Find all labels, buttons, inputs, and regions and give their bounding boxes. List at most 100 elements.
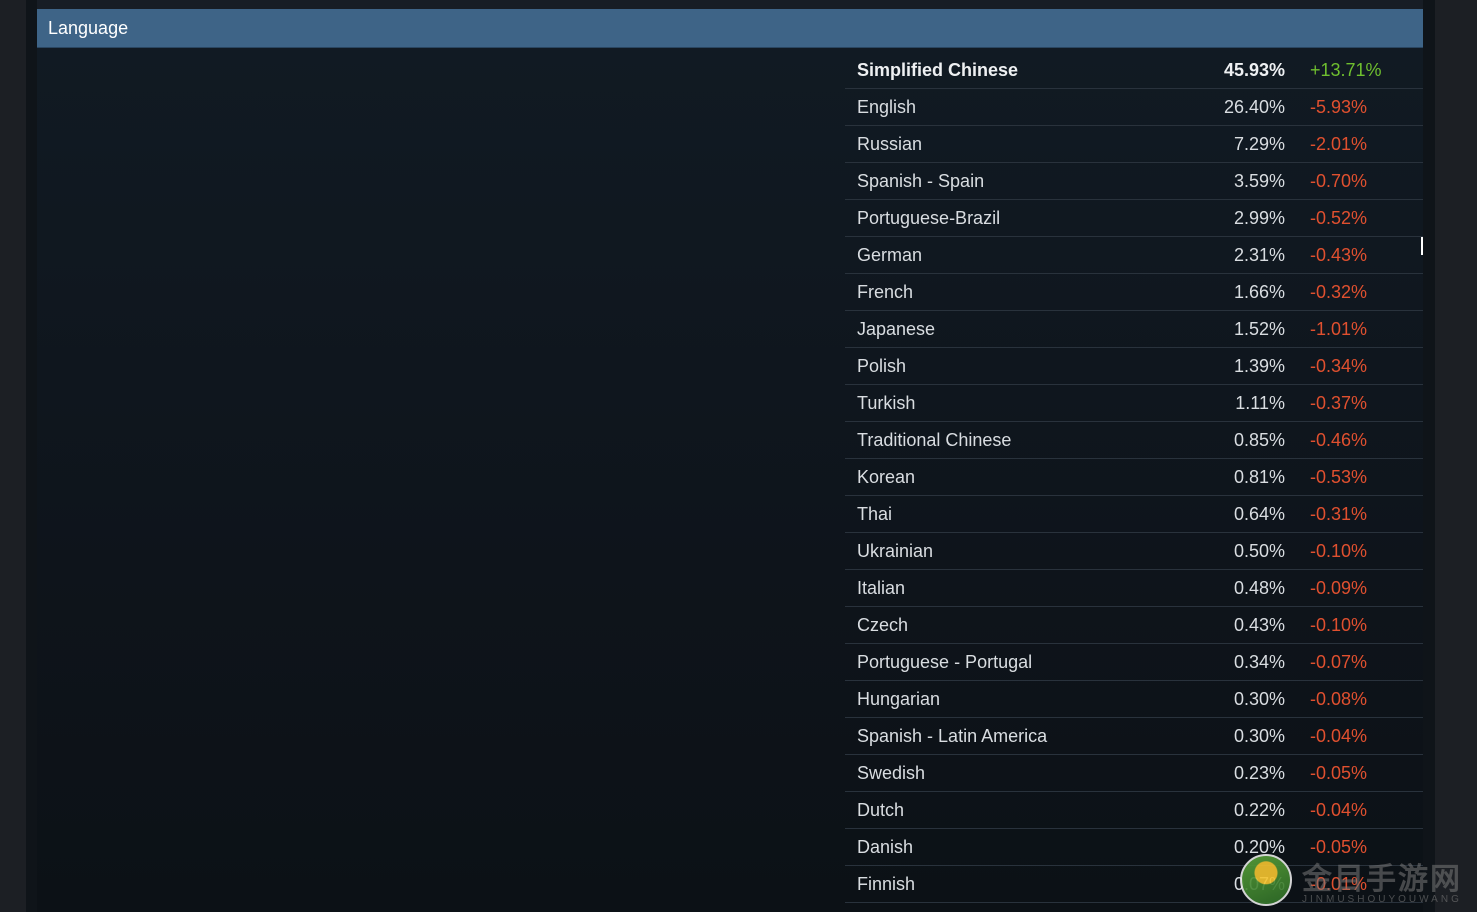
language-share: 1.11%	[1235, 392, 1285, 413]
language-name: English	[857, 96, 917, 117]
language-name: Thai	[857, 503, 893, 524]
language-row: Portuguese-Brazil 2.99% -0.52%	[845, 200, 1423, 237]
language-name: Japanese	[857, 318, 936, 339]
language-change: -0.34%	[1310, 355, 1368, 376]
language-name: Spanish - Latin America	[857, 725, 1048, 746]
language-share: 1.66%	[1233, 281, 1285, 302]
language-name: Italian	[857, 577, 906, 598]
language-change: -0.46%	[1310, 429, 1368, 450]
language-change: -1.01%	[1310, 318, 1368, 339]
language-row: Danish 0.20% -0.05%	[845, 829, 1423, 866]
right-margin	[1435, 0, 1477, 912]
language-row: Thai 0.64% -0.31%	[845, 496, 1423, 533]
language-share: 0.20%	[1233, 836, 1285, 857]
language-row: Hungarian 0.30% -0.08%	[845, 681, 1423, 718]
language-change: -0.01%	[1310, 873, 1368, 894]
text-cursor	[1421, 237, 1423, 255]
language-name: Swedish	[857, 762, 926, 783]
language-row: Russian 7.29% -2.01%	[845, 126, 1423, 163]
language-row: Polish 1.39% -0.34%	[845, 348, 1423, 385]
language-change: -0.70%	[1310, 170, 1368, 191]
top-strip	[37, 0, 1423, 9]
language-row: Simplified Chinese 45.93% +13.71%	[845, 52, 1423, 89]
page: Language Simplified Chinese 45.93% +13.71%…	[0, 0, 1477, 912]
language-row: Dutch 0.22% -0.04%	[845, 792, 1423, 829]
language-row: English 26.40% -5.93%	[845, 89, 1423, 126]
language-row: Traditional Chinese 0.85% -0.46%	[845, 422, 1423, 459]
language-change: -0.08%	[1310, 688, 1368, 709]
language-change: -5.93%	[1310, 96, 1368, 117]
language-change: -0.10%	[1310, 540, 1368, 561]
language-share: 3.59%	[1233, 170, 1285, 191]
language-share: 26.40%	[1223, 96, 1285, 117]
language-row: Portuguese - Portugal 0.34% -0.07%	[845, 644, 1423, 681]
language-change: -0.09%	[1310, 577, 1368, 598]
language-name: Portuguese - Portugal	[857, 651, 1033, 672]
language-row: Czech 0.43% -0.10%	[845, 607, 1423, 644]
language-share: 0.43%	[1233, 614, 1285, 635]
language-row: Korean 0.81% -0.53%	[845, 459, 1423, 496]
language-name: French	[857, 281, 914, 302]
language-share: 0.23%	[1233, 762, 1285, 783]
language-name: Korean	[857, 466, 916, 487]
language-row: Italian 0.48% -0.09%	[845, 570, 1423, 607]
language-share: 1.52%	[1233, 318, 1285, 339]
language-share: 0.64%	[1233, 503, 1285, 524]
language-name: Simplified Chinese	[857, 59, 1019, 80]
section-title: Language	[48, 17, 129, 38]
language-share: 0.07%	[1233, 873, 1285, 894]
language-row: Finnish 0.07% -0.01%	[845, 866, 1423, 903]
language-change: -2.01%	[1310, 133, 1368, 154]
language-change: -0.05%	[1310, 836, 1368, 857]
language-share: 7.29%	[1233, 133, 1285, 154]
language-name: Dutch	[857, 799, 905, 820]
language-row: Ukrainian 0.50% -0.10%	[845, 533, 1423, 570]
language-row: Spanish - Spain 3.59% -0.70%	[845, 163, 1423, 200]
language-share: 45.93%	[1223, 59, 1285, 80]
language-share: 0.30%	[1233, 688, 1285, 709]
language-row: Swedish 0.23% -0.05%	[845, 755, 1423, 792]
left-margin	[0, 0, 26, 912]
language-change: -0.10%	[1310, 614, 1368, 635]
language-share: 0.48%	[1233, 577, 1285, 598]
language-name: Ukrainian	[857, 540, 934, 561]
language-change: -0.05%	[1310, 762, 1368, 783]
language-section-header: Language	[37, 9, 1423, 48]
language-share: 0.30%	[1233, 725, 1285, 746]
language-change: -0.31%	[1310, 503, 1368, 524]
language-share: 1.39%	[1233, 355, 1285, 376]
language-name: Polish	[857, 355, 907, 376]
language-name: Czech	[857, 614, 909, 635]
language-share: 2.31%	[1233, 244, 1285, 265]
language-change: -0.04%	[1310, 725, 1368, 746]
language-share: 0.81%	[1233, 466, 1285, 487]
language-name: Russian	[857, 133, 923, 154]
language-change: -0.32%	[1310, 281, 1368, 302]
language-name: Portuguese-Brazil	[857, 207, 1001, 228]
language-name: Danish	[857, 836, 914, 857]
language-row: Turkish 1.11% -0.37%	[845, 385, 1423, 422]
language-name: Turkish	[857, 392, 916, 413]
language-row: Spanish - Latin America 0.30% -0.04%	[845, 718, 1423, 755]
language-share: 0.22%	[1233, 799, 1285, 820]
language-row: French 1.66% -0.32%	[845, 274, 1423, 311]
language-change: -0.52%	[1310, 207, 1368, 228]
language-change: -0.37%	[1310, 392, 1368, 413]
language-name: Finnish	[857, 873, 916, 894]
language-change: -0.04%	[1310, 799, 1368, 820]
language-change: -0.53%	[1310, 466, 1368, 487]
language-name: Spanish - Spain	[857, 170, 985, 191]
language-table: Simplified Chinese 45.93% +13.71% English 26…	[845, 52, 1423, 903]
language-share: 2.99%	[1233, 207, 1285, 228]
language-name: German	[857, 244, 923, 265]
language-share: 0.85%	[1233, 429, 1285, 450]
language-share: 0.50%	[1233, 540, 1285, 561]
language-share: 0.34%	[1233, 651, 1285, 672]
language-change: +13.71%	[1310, 59, 1382, 80]
language-row: German 2.31% -0.43%	[845, 237, 1423, 274]
language-change: -0.07%	[1310, 651, 1368, 672]
language-name: Hungarian	[857, 688, 941, 709]
language-name: Traditional Chinese	[857, 429, 1012, 450]
language-change: -0.43%	[1310, 244, 1368, 265]
language-row: Japanese 1.52% -1.01%	[845, 311, 1423, 348]
